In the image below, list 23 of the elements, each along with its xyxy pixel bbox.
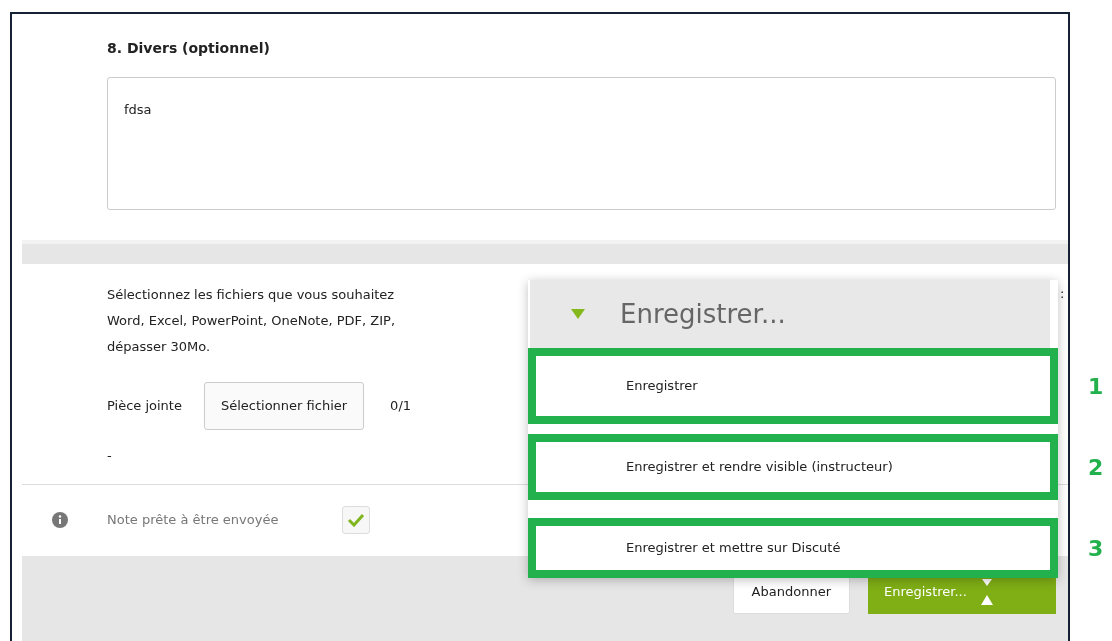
ready-label: Note prête à être envoyée xyxy=(107,511,279,530)
annotation-number: 2 xyxy=(1088,454,1104,482)
dropdown-header[interactable]: Enregistrer... xyxy=(530,280,1050,348)
menu-item[interactable]: Enregistrer et mettre sur Discuté xyxy=(528,518,1058,578)
ready-checkbox[interactable] xyxy=(342,506,371,534)
instructions-text: : xyxy=(1060,285,1065,303)
attachment-label: Pièce jointe xyxy=(107,397,182,416)
attachment-list: - xyxy=(12,446,112,466)
menu-item[interactable]: Enregistrer et rendre visible (instructeur) xyxy=(528,434,1058,500)
attachment-count: 0/1 xyxy=(390,397,412,416)
menu-item[interactable]: Enregistrer xyxy=(528,348,1058,424)
text-area[interactable]: fdsa xyxy=(107,77,1056,210)
annotation-number: 1 xyxy=(1088,373,1104,401)
caret-icon xyxy=(570,308,586,320)
instructions-text: Sélectionnez les fichiers que vous souhaitez xyxy=(107,286,395,304)
info-icon xyxy=(52,512,68,528)
section-title: 8. Divers (optionnel) xyxy=(107,39,271,58)
check-icon xyxy=(347,513,366,527)
annotation-number: 3 xyxy=(1088,535,1104,563)
caret-icon xyxy=(978,576,995,607)
instructions-text: dépasser 30Mo. xyxy=(107,338,211,356)
select-file-button[interactable]: Sélectionner fichier xyxy=(203,382,365,430)
instructions-text: Word, Excel, PowerPoint, OneNote, PDF, ZIP, xyxy=(107,312,396,330)
